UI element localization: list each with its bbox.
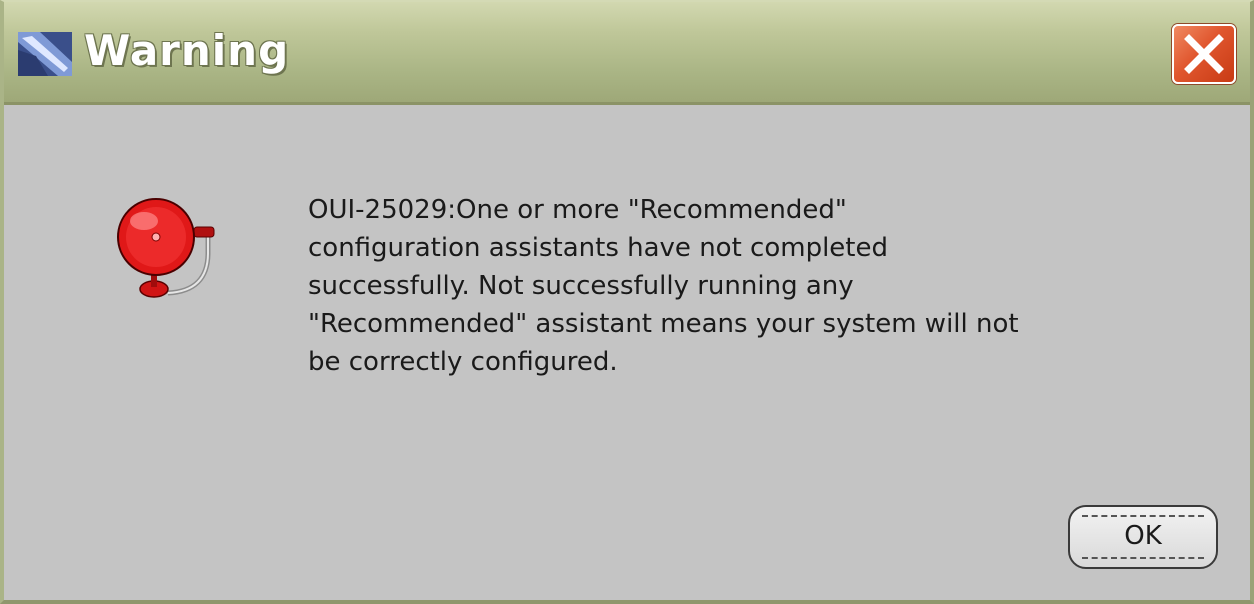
- oracle-installer-icon: [18, 32, 72, 76]
- window-title: Warning: [84, 26, 290, 75]
- title-bar[interactable]: Warning: [4, 2, 1250, 105]
- close-button[interactable]: [1172, 24, 1236, 84]
- ok-button[interactable]: OK: [1068, 505, 1218, 569]
- warning-message: OUI-25029:One or more "Recommended" conf…: [308, 195, 1019, 377]
- alarm-bell-icon: [108, 193, 224, 303]
- dialog-content: OUI-25029:One or more "Recommended" conf…: [4, 105, 1250, 600]
- close-icon: [1184, 34, 1224, 74]
- ok-button-label: OK: [1124, 521, 1162, 551]
- warning-dialog: Warning OUI-25029:One or more "Recommend…: [0, 0, 1254, 604]
